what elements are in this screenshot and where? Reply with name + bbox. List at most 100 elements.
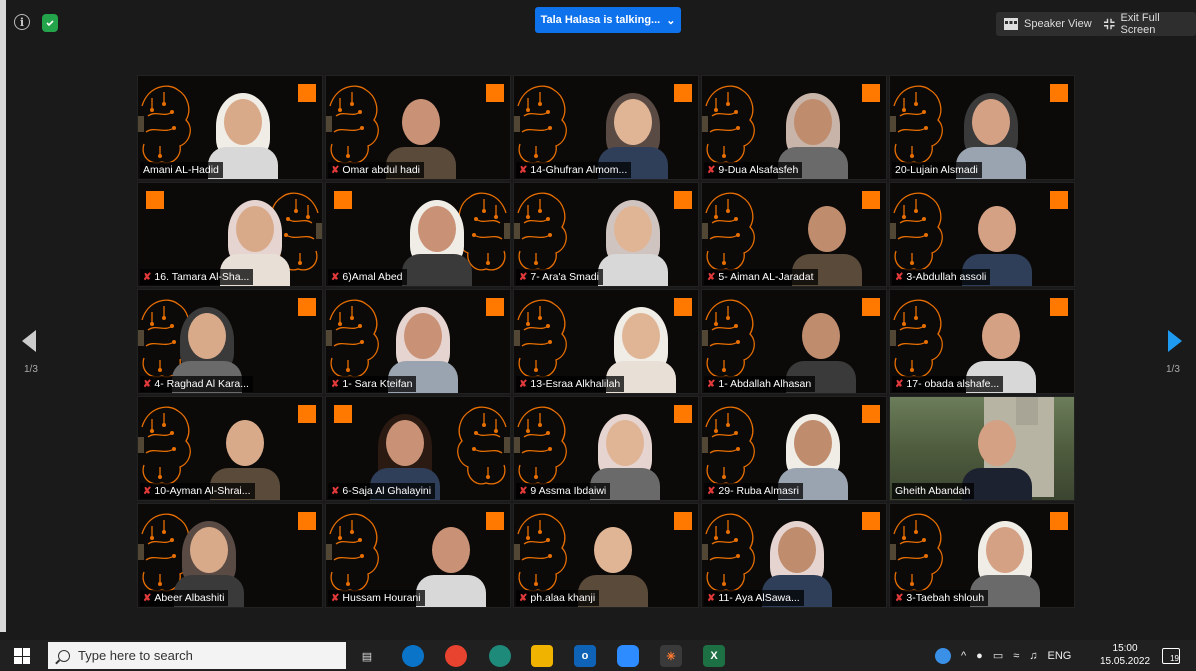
zoom-app-icon[interactable]: [617, 645, 639, 667]
brain-background-graphic: [138, 397, 198, 497]
participant-tile[interactable]: ✘ 10-Ayman Al-Shrai...: [137, 396, 323, 501]
orange-logo-icon: [862, 512, 880, 530]
participant-name-label: ✘ 6)Amal Abed: [328, 269, 407, 285]
brain-background-graphic: [326, 504, 386, 604]
next-page-arrow-icon[interactable]: [1168, 330, 1182, 352]
participant-tile[interactable]: ✘ 11- Aya AlSawa...: [701, 503, 887, 608]
edge-browser-icon[interactable]: [402, 645, 424, 667]
chrome-browser-icon[interactable]: [445, 645, 467, 667]
gallery-grid: Amani AL-Hadid ✘ Omar abdul hadi ✘ 14-Ghufra…: [137, 75, 1075, 608]
participant-name: 7- Ara'a Smadi: [530, 271, 599, 283]
muted-microphone-icon: ✘: [519, 592, 528, 604]
participant-tile[interactable]: ✘ 9 Assma Ibdaiwi: [513, 396, 699, 501]
participant-name-label: Amani AL-Hadid: [140, 162, 223, 178]
participant-name-label: ✘ 9 Assma Ibdaiwi: [516, 483, 611, 499]
muted-microphone-icon: ✘: [519, 378, 528, 390]
brain-background-graphic: [326, 76, 386, 176]
exit-fullscreen-icon: [1104, 18, 1115, 30]
participant-name: 9-Dua Alsafasfeh: [718, 164, 799, 176]
language-indicator[interactable]: ENG: [1048, 650, 1072, 662]
participant-tile[interactable]: Amani AL-Hadid: [137, 75, 323, 180]
orange-logo-icon: [1050, 298, 1068, 316]
orange-logo-icon: [674, 405, 692, 423]
brain-background-graphic: [890, 183, 950, 283]
volume-icon[interactable]: ♫: [1029, 650, 1037, 662]
participant-tile[interactable]: ✘ 3-Taebah shlouh: [889, 503, 1075, 608]
muted-microphone-icon: ✘: [519, 271, 528, 283]
active-speaker-indicator[interactable]: Tala Halasa is talking... ⌄: [535, 7, 681, 33]
clock-date: 15.05.2022: [1100, 656, 1151, 667]
system-clock[interactable]: 15:00 15.05.2022: [1100, 642, 1150, 668]
task-view-icon[interactable]: ▤: [356, 645, 378, 667]
search-icon: [58, 649, 70, 662]
muted-microphone-icon: ✘: [895, 592, 904, 604]
notification-center-icon[interactable]: 19: [1162, 648, 1180, 664]
orange-logo-icon: [674, 191, 692, 209]
speaker-view-button[interactable]: Speaker View: [996, 12, 1100, 36]
participant-tile[interactable]: ✘ 7- Ara'a Smadi: [513, 182, 699, 287]
file-explorer-icon[interactable]: [531, 645, 553, 667]
participant-tile[interactable]: ✘ 17- obada alshafe...: [889, 289, 1075, 394]
brain-background-graphic: [514, 504, 574, 604]
participant-name: Gheith Abandah: [895, 485, 971, 497]
participant-tile[interactable]: ✘ ph.alaa khanji: [513, 503, 699, 608]
muted-microphone-icon: ✘: [519, 485, 528, 497]
participant-tile[interactable]: ✘ 6)Amal Abed: [325, 182, 511, 287]
participant-tile[interactable]: ✘ 9-Dua Alsafasfeh: [701, 75, 887, 180]
participant-name-label: ✘ 13-Esraa Alkhalilah: [516, 376, 625, 392]
participant-name-label: ✘ 11- Aya AlSawa...: [704, 590, 804, 606]
security-shield-icon[interactable]: [42, 14, 58, 32]
participant-name: 1- Abdallah Alhasan: [718, 378, 812, 390]
taskbar-search-input[interactable]: Type here to search: [48, 642, 346, 669]
participant-tile[interactable]: ✘ 3-Abdullah assoli: [889, 182, 1075, 287]
windows-start-icon[interactable]: [14, 648, 30, 664]
participant-tile[interactable]: ✘ 14-Ghufran Almom...: [513, 75, 699, 180]
participant-name-label: ✘ 1- Abdallah Alhasan: [704, 376, 816, 392]
participant-tile[interactable]: ✘ Abeer Albashiti: [137, 503, 323, 608]
orange-logo-icon: [298, 405, 316, 423]
participant-name-label: ✘ 5- Aiman AL-Jaradat: [704, 269, 818, 285]
participant-tile[interactable]: ✘ 5- Aiman AL-Jaradat: [701, 182, 887, 287]
chevron-up-icon[interactable]: ^: [961, 650, 966, 662]
participant-name: ph.alaa khanji: [530, 592, 596, 604]
participant-tile[interactable]: ✘ 6-Saja Al Ghalayini: [325, 396, 511, 501]
outlook-icon[interactable]: o: [574, 645, 596, 667]
participant-name: 17- obada alshafe...: [906, 378, 1000, 390]
participant-tile[interactable]: Gheith Abandah: [889, 396, 1075, 501]
orange-logo-icon: [334, 405, 352, 423]
orange-logo-icon: [1050, 512, 1068, 530]
participant-video: [598, 198, 668, 286]
browser-app-icon[interactable]: [489, 645, 511, 667]
talking-label: Tala Halasa is talking...: [540, 14, 661, 26]
brain-background-graphic: [890, 504, 950, 604]
participant-video: [416, 519, 486, 607]
participant-name: 4- Raghad Al Kara...: [154, 378, 249, 390]
excel-icon[interactable]: X: [703, 645, 725, 667]
participant-tile[interactable]: ✘ 16. Tamara Al-Sha...: [137, 182, 323, 287]
participant-tile[interactable]: ✘ 4- Raghad Al Kara...: [137, 289, 323, 394]
microphone-icon[interactable]: ●: [976, 650, 983, 662]
network-icon[interactable]: ≈: [1013, 650, 1019, 662]
previous-page-arrow-icon[interactable]: [22, 330, 36, 352]
help-icon[interactable]: [935, 647, 951, 664]
muted-microphone-icon: ✘: [143, 378, 152, 390]
tool-app-icon[interactable]: ✳: [660, 645, 682, 667]
battery-icon[interactable]: ▭: [993, 649, 1003, 662]
participant-name-label: Gheith Abandah: [892, 483, 975, 499]
orange-logo-icon: [334, 191, 352, 209]
participant-tile[interactable]: ✘ 1- Abdallah Alhasan: [701, 289, 887, 394]
participant-tile[interactable]: ✘ 1- Sara Kteifan: [325, 289, 511, 394]
participant-tile[interactable]: ✘ 29- Ruba Almasri: [701, 396, 887, 501]
info-icon[interactable]: i: [14, 14, 30, 30]
participant-name: 6-Saja Al Ghalayini: [342, 485, 432, 497]
participant-name: 5- Aiman AL-Jaradat: [718, 271, 814, 283]
muted-microphone-icon: ✘: [707, 378, 716, 390]
orange-logo-icon: [486, 298, 504, 316]
participant-tile[interactable]: ✘ Hussam Hourani: [325, 503, 511, 608]
participant-tile[interactable]: 20-Lujain Alsmadi: [889, 75, 1075, 180]
participant-tile[interactable]: ✘ Omar abdul hadi: [325, 75, 511, 180]
participant-name: Omar abdul hadi: [342, 164, 421, 176]
participant-tile[interactable]: ✘ 13-Esraa Alkhalilah: [513, 289, 699, 394]
brain-background-graphic: [702, 183, 762, 283]
exit-full-screen-button[interactable]: Exit Full Screen: [1096, 12, 1196, 36]
